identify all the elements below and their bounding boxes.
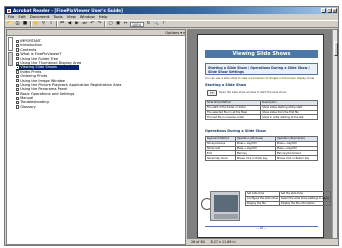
save-icon[interactable]: ■ bbox=[22, 21, 28, 27]
window-title: Acrobat Reader - [FinePixViewer User's G… bbox=[13, 8, 123, 13]
app-window: Acrobat Reader - [FinePixViewer User's G… bbox=[4, 6, 339, 246]
toolbar-separator bbox=[55, 21, 58, 27]
camera-screen bbox=[214, 195, 238, 212]
find-icon[interactable]: 🔍 bbox=[153, 21, 159, 27]
page-icon bbox=[16, 57, 19, 61]
page-subheading[interactable]: Starting a Slide Show / Operations Durin… bbox=[205, 63, 318, 75]
options-menu[interactable]: Options ▾ bbox=[165, 31, 182, 36]
navigation-pane-header: Options ▾ × bbox=[7, 30, 186, 36]
table-row: Show help menu Mouse click or Enter key … bbox=[205, 155, 319, 161]
vertical-scrollbar[interactable] bbox=[332, 30, 338, 238]
scrollbar-thumb[interactable] bbox=[333, 42, 338, 56]
minimize-button[interactable]: _ bbox=[321, 8, 326, 13]
back-icon[interactable]: ↶ bbox=[89, 21, 95, 27]
prev-page-icon[interactable]: ◀ bbox=[67, 21, 73, 27]
bookmark-item[interactable]: Glossary bbox=[16, 105, 183, 109]
section-heading: Operations During a Slide Show bbox=[205, 129, 266, 133]
table-row: The last file (in reverse order) Show in… bbox=[204, 114, 318, 121]
tab-thumbnails[interactable] bbox=[8, 52, 13, 66]
help-icon[interactable]: ? bbox=[161, 21, 167, 27]
section-heading: Starting a Slide Show bbox=[205, 83, 247, 87]
actual-size-icon[interactable]: ▢ bbox=[108, 21, 114, 27]
hand-icon[interactable]: ✋ bbox=[33, 21, 39, 27]
page-icon bbox=[16, 101, 19, 105]
page-footer: — 26 — bbox=[205, 226, 318, 231]
forward-icon[interactable]: ↷ bbox=[97, 21, 103, 27]
window-controls: _ □ × bbox=[321, 8, 337, 13]
page-title: Viewing Slide Shows bbox=[205, 50, 318, 58]
bookmark-list: IMPORTANT Introduction Contents What is … bbox=[16, 39, 183, 109]
camera-buttons bbox=[214, 214, 238, 219]
page-icon bbox=[16, 43, 19, 48]
intro-text: You can use a slide show to view a succe… bbox=[205, 77, 315, 80]
acrobat-app-icon bbox=[6, 8, 11, 13]
status-bar: 26 of 80 8.27 x 11.69 in bbox=[187, 239, 338, 245]
open-icon[interactable]: 📂 bbox=[7, 21, 13, 27]
page-icon bbox=[16, 39, 19, 43]
navigation-tabs bbox=[8, 37, 14, 67]
select-text-icon[interactable]: T bbox=[48, 21, 54, 27]
close-icon[interactable]: × bbox=[183, 31, 186, 36]
page-icon bbox=[16, 96, 19, 100]
page-icon bbox=[16, 92, 19, 96]
table-row: Display the file Display the file inform… bbox=[245, 200, 332, 207]
page-size: 8.27 x 11.69 in bbox=[210, 240, 236, 244]
slide-show-settings-table: Set slide time Set the slide time Config… bbox=[245, 191, 332, 207]
slide-show-method-table: Slide Show Method Description The start … bbox=[204, 100, 318, 121]
key-description: Open the slide show window to start the … bbox=[219, 91, 287, 94]
camera-screenshot-image bbox=[210, 191, 240, 221]
print-icon[interactable]: ⎙ bbox=[15, 21, 21, 27]
page-icon bbox=[16, 61, 19, 65]
rotate-icon[interactable]: ↻ bbox=[146, 21, 152, 27]
first-page-icon[interactable]: ⏮ bbox=[59, 21, 65, 27]
page-icon bbox=[16, 79, 19, 83]
fit-page-icon[interactable]: ▣ bbox=[115, 21, 121, 27]
fit-width-icon[interactable]: ↔ bbox=[123, 21, 129, 27]
key-f5-icon: F5 bbox=[207, 90, 217, 96]
zoom-icon[interactable]: ⚲ bbox=[41, 21, 47, 27]
zoom-field[interactable]: 100% bbox=[130, 21, 144, 27]
page-icon bbox=[16, 70, 19, 74]
page-icon bbox=[16, 74, 19, 78]
tab-bookmarks[interactable] bbox=[8, 37, 13, 51]
page-icon bbox=[16, 48, 19, 52]
operations-table: Keyboard Method Operation (Windows) Oper… bbox=[205, 136, 319, 161]
toolbar-separator bbox=[104, 21, 106, 27]
options-label: Options bbox=[165, 30, 180, 35]
document-pane[interactable]: Viewing Slide Shows Starting a Slide Sho… bbox=[187, 29, 338, 239]
page-icon bbox=[16, 65, 19, 70]
page-icon bbox=[16, 105, 19, 109]
toolbar-separator bbox=[29, 21, 32, 27]
pdf-page: Viewing Slide Shows Starting a Slide Sho… bbox=[197, 34, 332, 238]
page-icon bbox=[16, 83, 19, 87]
navigation-pane: Options ▾ × IMPORTANT Introduction Conte… bbox=[6, 29, 186, 245]
toolbar: 📂 ⎙ ■ ✋ ⚲ T ⏮ ◀ ▶ ⏭ ↶ ↷ ▢ ▣ ↔ 100% ↻ 🔍 ? bbox=[5, 20, 338, 28]
title-bar: Acrobat Reader - [FinePixViewer User's G… bbox=[5, 7, 338, 14]
close-button[interactable]: × bbox=[332, 8, 337, 13]
page-indicator[interactable]: 26 of 80 bbox=[191, 239, 205, 245]
maximize-button[interactable]: □ bbox=[326, 8, 332, 13]
page-icon bbox=[16, 52, 19, 56]
next-page-icon[interactable]: ▶ bbox=[74, 21, 80, 27]
page-icon bbox=[16, 87, 19, 92]
last-page-icon[interactable]: ⏭ bbox=[82, 21, 88, 27]
